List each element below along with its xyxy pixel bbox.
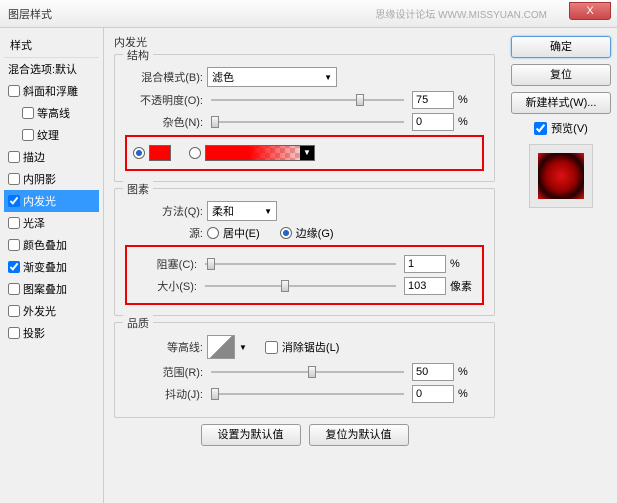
newstyle-button[interactable]: 新建样式(W)... bbox=[511, 92, 611, 114]
size-slider[interactable] bbox=[205, 278, 396, 294]
watermark: 思缘设计论坛 WWW.MISSYUAN.COM bbox=[375, 6, 547, 21]
range-value[interactable]: 50 bbox=[412, 363, 454, 381]
preview-check[interactable] bbox=[534, 122, 547, 135]
check-outerglow[interactable] bbox=[8, 305, 20, 317]
title-bar: 图层样式 思缘设计论坛 WWW.MISSYUAN.COM X bbox=[0, 0, 617, 28]
choke-value[interactable]: 1 bbox=[404, 255, 446, 273]
style-dropshadow[interactable]: 投影 bbox=[4, 322, 99, 344]
check-coloroverlay[interactable] bbox=[8, 239, 20, 251]
source-edge-radio[interactable] bbox=[280, 227, 292, 239]
styles-list: 样式 混合选项:默认 斜面和浮雕 等高线 纹理 描边 内阴影 内发光 光泽 颜色… bbox=[0, 28, 104, 503]
right-panel: 确定 复位 新建样式(W)... 预览(V) bbox=[505, 28, 617, 503]
preview-label: 预览(V) bbox=[551, 120, 588, 136]
contour-label: 等高线: bbox=[125, 339, 203, 355]
blendmode-dropdown[interactable]: 滤色▼ bbox=[207, 67, 337, 87]
color-gradient-radio[interactable] bbox=[189, 147, 201, 159]
opacity-value[interactable]: 75 bbox=[412, 91, 454, 109]
style-bevel[interactable]: 斜面和浮雕 bbox=[4, 80, 99, 102]
check-stroke[interactable] bbox=[8, 151, 20, 163]
method-dropdown[interactable]: 柔和▼ bbox=[207, 201, 277, 221]
chevron-down-icon[interactable]: ▼ bbox=[300, 146, 314, 160]
range-slider[interactable] bbox=[211, 364, 404, 380]
antialias-label: 消除锯齿(L) bbox=[282, 339, 339, 355]
method-label: 方法(Q): bbox=[125, 203, 203, 219]
jitter-slider[interactable] bbox=[211, 386, 404, 402]
check-dropshadow[interactable] bbox=[8, 327, 20, 339]
settings-panel: 内发光 结构 混合模式(B): 滤色▼ 不透明度(O): 75 % 杂色(N):… bbox=[104, 28, 505, 503]
style-innerglow[interactable]: 内发光 bbox=[4, 190, 99, 212]
style-innershadow[interactable]: 内阴影 bbox=[4, 168, 99, 190]
style-outerglow[interactable]: 外发光 bbox=[4, 300, 99, 322]
chevron-down-icon: ▼ bbox=[324, 73, 332, 82]
jitter-label: 抖动(J): bbox=[125, 386, 203, 402]
noise-value[interactable]: 0 bbox=[412, 113, 454, 131]
check-patternoverlay[interactable] bbox=[8, 283, 20, 295]
group-quality: 品质 等高线: ▼ 消除锯齿(L) 范围(R): 50 % 抖动(J): 0 % bbox=[114, 322, 495, 418]
noise-label: 杂色(N): bbox=[125, 114, 203, 130]
size-value[interactable]: 103 bbox=[404, 277, 446, 295]
style-gradientoverlay[interactable]: 渐变叠加 bbox=[4, 256, 99, 278]
close-button[interactable]: X bbox=[569, 2, 611, 20]
range-label: 范围(R): bbox=[125, 364, 203, 380]
chevron-down-icon[interactable]: ▼ bbox=[239, 343, 247, 352]
style-contour[interactable]: 等高线 bbox=[4, 102, 99, 124]
legend-structure: 结构 bbox=[123, 47, 153, 63]
opacity-label: 不透明度(O): bbox=[125, 92, 203, 108]
style-satin[interactable]: 光泽 bbox=[4, 212, 99, 234]
choke-label: 阻塞(C): bbox=[133, 256, 197, 272]
ok-button[interactable]: 确定 bbox=[511, 36, 611, 58]
choke-size-highlight-frame: 阻塞(C): 1 % 大小(S): 103 像素 bbox=[125, 245, 484, 305]
styles-header: 样式 bbox=[4, 33, 99, 58]
preview-thumbnail bbox=[529, 144, 593, 208]
group-elements: 图素 方法(Q): 柔和▼ 源: 居中(E) 边缘(G) 阻塞(C): 1 bbox=[114, 188, 495, 316]
color-swatch[interactable] bbox=[149, 145, 171, 161]
style-coloroverlay[interactable]: 颜色叠加 bbox=[4, 234, 99, 256]
set-default-button[interactable]: 设置为默认值 bbox=[201, 424, 301, 446]
chevron-down-icon: ▼ bbox=[264, 207, 272, 216]
jitter-value[interactable]: 0 bbox=[412, 385, 454, 403]
blend-options[interactable]: 混合选项:默认 bbox=[4, 58, 99, 80]
check-gradientoverlay[interactable] bbox=[8, 261, 20, 273]
opacity-slider[interactable] bbox=[211, 92, 404, 108]
source-centered-label: 居中(E) bbox=[223, 225, 260, 241]
noise-slider[interactable] bbox=[211, 114, 404, 130]
panel-title: 内发光 bbox=[114, 34, 495, 50]
source-edge-label: 边缘(G) bbox=[296, 225, 334, 241]
check-contour[interactable] bbox=[22, 107, 34, 119]
preview-image bbox=[538, 153, 584, 199]
check-texture[interactable] bbox=[22, 129, 34, 141]
gradient-swatch[interactable]: ▼ bbox=[205, 145, 315, 161]
style-texture[interactable]: 纹理 bbox=[4, 124, 99, 146]
group-structure: 结构 混合模式(B): 滤色▼ 不透明度(O): 75 % 杂色(N): 0 % bbox=[114, 54, 495, 182]
legend-elements: 图素 bbox=[123, 181, 153, 197]
check-innershadow[interactable] bbox=[8, 173, 20, 185]
main-area: 样式 混合选项:默认 斜面和浮雕 等高线 纹理 描边 内阴影 内发光 光泽 颜色… bbox=[0, 28, 617, 503]
color-solid-radio[interactable] bbox=[133, 147, 145, 159]
blendmode-label: 混合模式(B): bbox=[125, 69, 203, 85]
legend-quality: 品质 bbox=[123, 315, 153, 331]
style-patternoverlay[interactable]: 图案叠加 bbox=[4, 278, 99, 300]
source-label: 源: bbox=[125, 225, 203, 241]
cancel-button[interactable]: 复位 bbox=[511, 64, 611, 86]
antialias-check[interactable] bbox=[265, 341, 278, 354]
check-innerglow[interactable] bbox=[8, 195, 20, 207]
color-highlight-frame: ▼ bbox=[125, 135, 484, 171]
source-centered-radio[interactable] bbox=[207, 227, 219, 239]
check-bevel[interactable] bbox=[8, 85, 20, 97]
check-satin[interactable] bbox=[8, 217, 20, 229]
contour-picker[interactable] bbox=[207, 335, 235, 359]
size-label: 大小(S): bbox=[133, 278, 197, 294]
style-stroke[interactable]: 描边 bbox=[4, 146, 99, 168]
window-title: 图层样式 bbox=[8, 6, 52, 22]
choke-slider[interactable] bbox=[205, 256, 396, 272]
reset-default-button[interactable]: 复位为默认值 bbox=[309, 424, 409, 446]
